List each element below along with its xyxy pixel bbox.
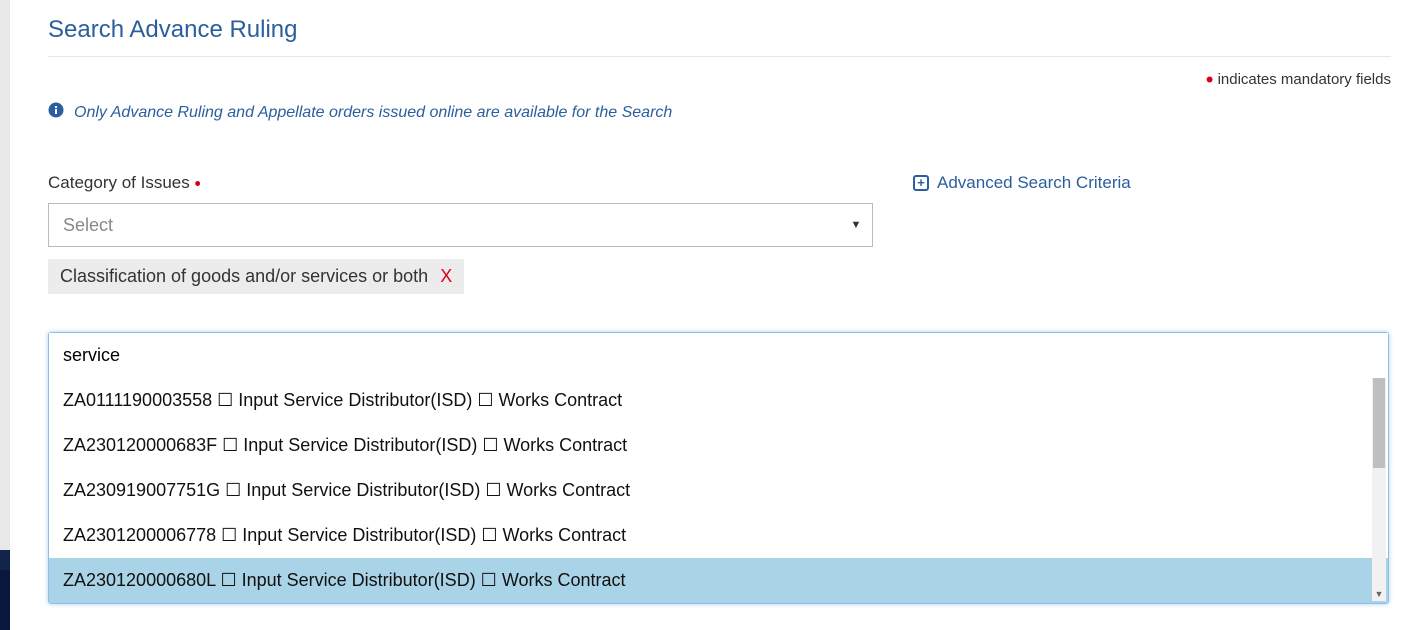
- left-edge-strip: [0, 0, 10, 630]
- mandatory-indicator: • indicates mandatory fields: [48, 71, 1391, 88]
- autocomplete-option[interactable]: ZA230120000680L ☐ Input Service Distribu…: [49, 558, 1388, 603]
- form-row: Category of Issues • Select ▼ Classifica…: [48, 173, 1391, 294]
- category-label: Category of Issues •: [48, 173, 873, 193]
- scrollbar-thumb[interactable]: [1373, 378, 1385, 468]
- category-select[interactable]: Select ▼: [48, 203, 873, 247]
- advanced-search-toggle[interactable]: + Advanced Search Criteria: [913, 173, 1391, 193]
- scroll-down-icon[interactable]: ▼: [1372, 587, 1386, 601]
- category-label-text: Category of Issues: [48, 173, 190, 192]
- autocomplete-option[interactable]: ZA230120000683F ☐ Input Service Distribu…: [49, 423, 1388, 468]
- advanced-search-label: Advanced Search Criteria: [937, 173, 1131, 193]
- plus-icon: +: [913, 175, 929, 191]
- info-text: Only Advance Ruling and Appellate orders…: [74, 104, 672, 122]
- chip-label: Classification of goods and/or services …: [60, 266, 428, 287]
- chevron-down-icon: ▼: [844, 208, 868, 242]
- category-field-group: Category of Issues • Select ▼ Classifica…: [48, 173, 873, 294]
- advanced-search-area: + Advanced Search Criteria: [913, 173, 1391, 294]
- mandatory-text: indicates mandatory fields: [1218, 71, 1391, 88]
- info-banner: Only Advance Ruling and Appellate orders…: [48, 102, 1391, 123]
- select-placeholder: Select: [63, 215, 113, 236]
- autocomplete-input[interactable]: [49, 333, 1388, 378]
- mandatory-dot-icon: •: [1206, 67, 1214, 92]
- autocomplete-list: ZA0111190003558 ☐ Input Service Distribu…: [49, 378, 1388, 603]
- selected-chip-row: Classification of goods and/or services …: [48, 259, 873, 294]
- scrollbar[interactable]: ▼: [1372, 378, 1386, 601]
- mandatory-dot-icon: •: [194, 174, 200, 194]
- autocomplete-option[interactable]: ZA2301200006778 ☐ Input Service Distribu…: [49, 513, 1388, 558]
- chip-remove-button[interactable]: X: [440, 266, 452, 287]
- autocomplete-option[interactable]: ZA230919007751G ☐ Input Service Distribu…: [49, 468, 1388, 513]
- info-icon: [48, 102, 64, 123]
- category-chip: Classification of goods and/or services …: [48, 259, 464, 294]
- autocomplete-dropdown: ZA0111190003558 ☐ Input Service Distribu…: [48, 332, 1389, 604]
- autocomplete-option[interactable]: ZA0111190003558 ☐ Input Service Distribu…: [49, 378, 1388, 423]
- page-title: Search Advance Ruling: [48, 16, 1391, 57]
